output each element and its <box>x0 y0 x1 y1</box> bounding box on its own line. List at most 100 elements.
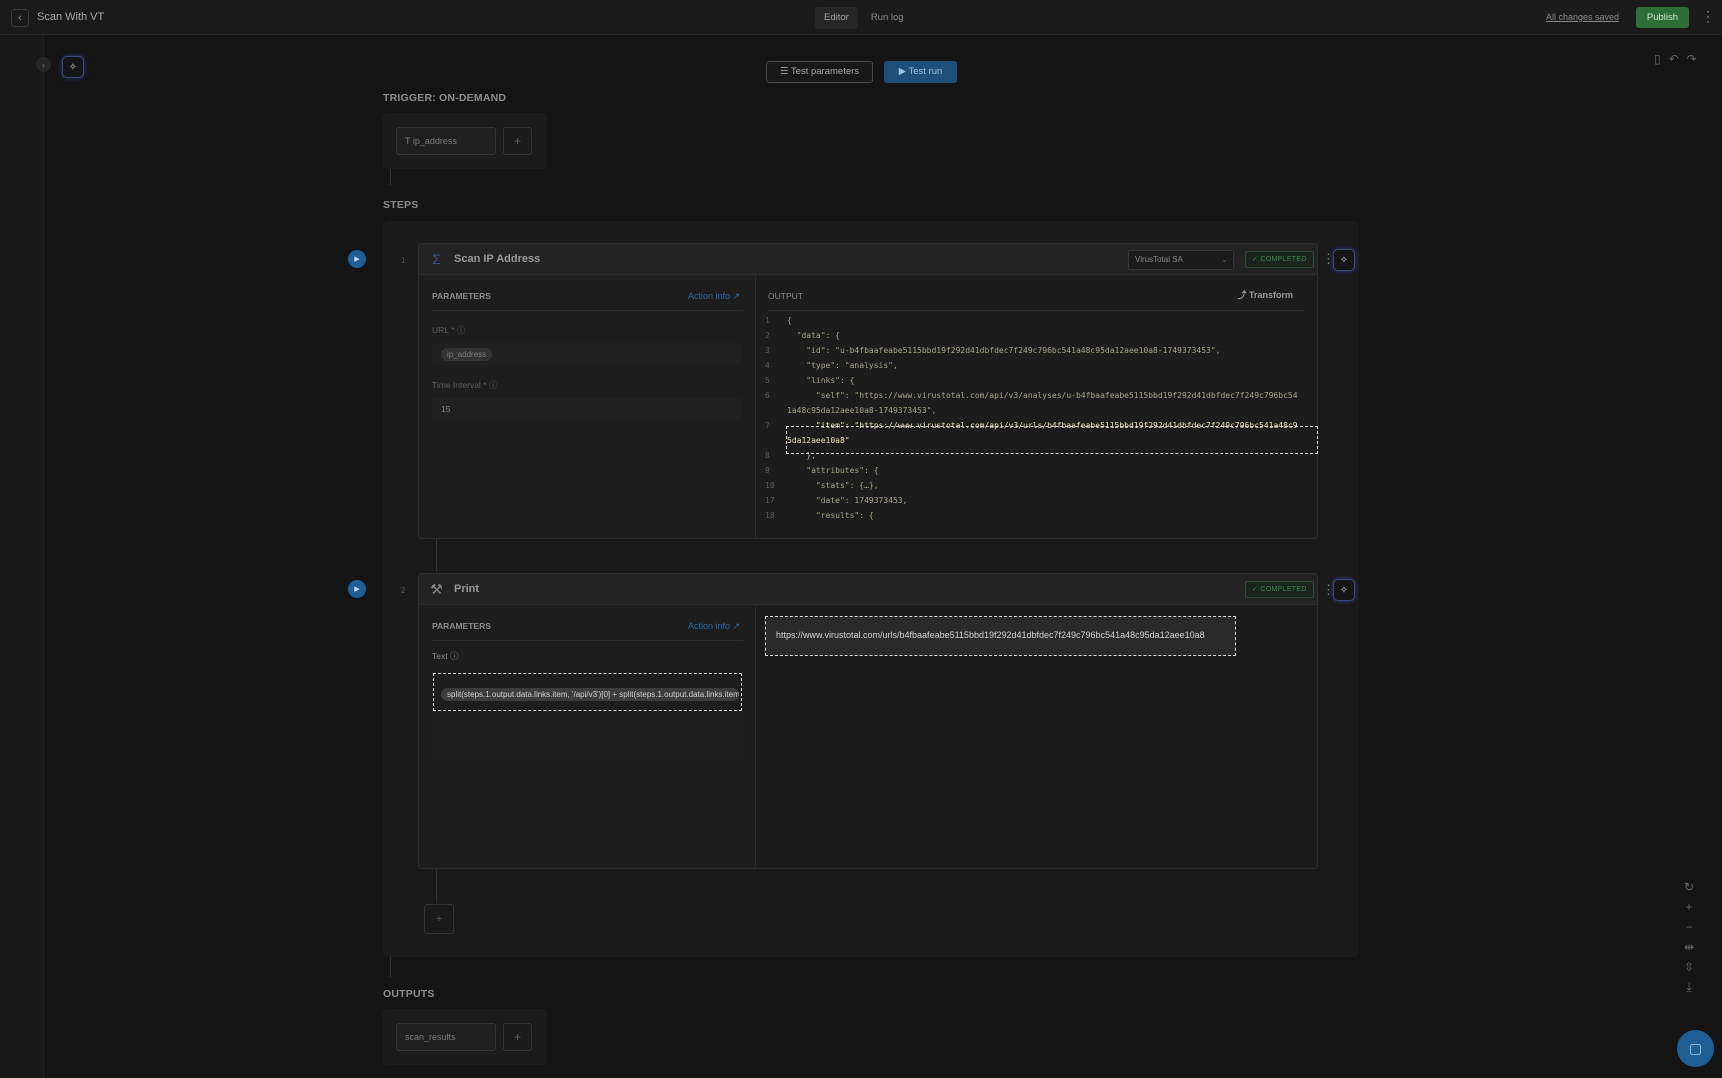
collapse-icon[interactable]: ⤓ <box>1686 980 1691 995</box>
run-step-1-button[interactable]: ▶ <box>348 250 366 268</box>
parameters-heading: PARAMETERS <box>432 291 491 301</box>
ai-assist-icon[interactable]: ✧ <box>1333 579 1355 601</box>
document-icon[interactable]: ▯ <box>1654 52 1661 66</box>
trigger-panel: T ip_address + <box>383 113 547 169</box>
text-label: Text ⓘ <box>432 651 459 661</box>
parameters-heading: PARAMETERS <box>432 621 491 631</box>
left-rail <box>0 35 44 1078</box>
fit-horizontal-icon[interactable]: ⇹ <box>1684 940 1694 954</box>
history-tools: ▯ ↶ ↷ <box>1654 52 1697 66</box>
test-run-button[interactable]: ▶ Test run <box>884 61 957 83</box>
connector-line <box>390 957 391 977</box>
time-interval-input[interactable]: 15 <box>432 398 741 420</box>
expand-sidebar-icon[interactable]: › <box>36 57 51 72</box>
code-line: 6 "self": "https://www.virustotal.com/ap… <box>765 388 1298 403</box>
text-type-icon: T <box>405 136 413 146</box>
outputs-panel: scan_results + <box>383 1009 547 1065</box>
line-number: 7 <box>765 421 770 430</box>
text-expression-input[interactable]: split(steps.1.output.data.links.item, '/… <box>433 673 742 711</box>
step-header[interactable]: Σ Scan IP Address VirusTotal SA ⌄ ✓ COMPL… <box>419 244 1317 275</box>
parameters-panel: PARAMETERS Action info ↗ URL * ⓘ ip_addr… <box>419 275 756 538</box>
reset-view-icon[interactable]: ↻ <box>1684 880 1694 894</box>
add-step-button[interactable]: + <box>424 904 454 934</box>
top-bar: ‹ Scan With VT Editor Run log All change… <box>0 0 1722 35</box>
divider <box>431 640 743 641</box>
trigger-heading: TRIGGER: ON-DEMAND <box>383 92 507 104</box>
trigger-field-ip-address[interactable]: T ip_address <box>396 127 496 155</box>
code-text: "self": "https://www.virustotal.com/api/… <box>787 391 1298 400</box>
step-header[interactable]: ⚒ Print ✓ COMPLETED <box>419 574 1317 605</box>
line-number: 18 <box>765 511 775 520</box>
redo-icon[interactable]: ↷ <box>1687 52 1697 66</box>
action-info-link[interactable]: Action info ↗ <box>688 291 740 302</box>
code-line: 1{ <box>765 313 1298 328</box>
divider <box>431 310 743 311</box>
code-line: 5 "links": { <box>765 373 1298 388</box>
code-text: "type": "analysis", <box>787 361 898 370</box>
workflow-title[interactable]: Scan With VT <box>37 11 104 23</box>
undo-icon[interactable]: ↶ <box>1669 52 1679 66</box>
chevron-down-icon: ⌄ <box>1221 255 1228 264</box>
line-number: 2 <box>765 331 770 340</box>
external-link-icon: ↗ <box>732 291 741 301</box>
info-icon: ⓘ <box>449 651 459 661</box>
code-line: 3 "id": "u-b4fbaafeabe5115bbd19f292d41db… <box>765 343 1298 358</box>
ai-assist-icon[interactable]: ✧ <box>1333 249 1355 271</box>
connector-line <box>390 169 391 185</box>
code-line: 1a48c95da12aee10a8-1749373453", <box>765 403 1298 418</box>
variable-pill: ip_address <box>441 348 493 361</box>
time-interval-label: Time Interval * ⓘ <box>432 380 498 390</box>
add-trigger-field-button[interactable]: + <box>503 127 532 155</box>
wrench-icon: ⚒ <box>430 581 443 597</box>
url-input[interactable]: ip_address <box>432 343 741 365</box>
fit-vertical-icon[interactable]: ⇳ <box>1684 960 1694 974</box>
output-panel: OUTPUT ⤴ Transform 1{2 "data": {3 "id": … <box>756 275 1317 538</box>
zoom-in-icon[interactable]: + <box>1686 900 1693 914</box>
zoom-out-icon[interactable]: − <box>1686 920 1693 934</box>
virustotal-icon: Σ <box>432 251 441 267</box>
transform-icon: ⤴ <box>1237 290 1249 300</box>
text-area-body[interactable] <box>433 711 742 762</box>
output-heading: OUTPUT <box>768 291 803 301</box>
transform-button[interactable]: ⤴ Transform <box>1237 288 1293 301</box>
line-number: 17 <box>765 496 775 505</box>
highlight-item-link <box>786 426 1318 454</box>
publish-button[interactable]: Publish <box>1636 7 1689 28</box>
line-number: 8 <box>765 451 770 460</box>
status-badge: ✓ COMPLETED <box>1245 581 1314 598</box>
connector-line <box>436 539 437 572</box>
back-arrow-icon[interactable]: ‹ <box>11 9 29 27</box>
more-menu-icon[interactable]: ⋮ <box>1701 9 1715 23</box>
list-icon: ☰ <box>779 66 791 77</box>
step-card-scan-ip: Σ Scan IP Address VirusTotal SA ⌄ ✓ COMPL… <box>418 243 1318 539</box>
test-parameters-button[interactable]: ☰ Test parameters <box>766 61 873 83</box>
connection-select[interactable]: VirusTotal SA ⌄ <box>1128 250 1234 270</box>
save-status[interactable]: All changes saved <box>1546 12 1619 22</box>
code-text: { <box>787 316 792 325</box>
print-output-value[interactable]: https://www.virustotal.com/urls/b4fbaafe… <box>765 616 1236 656</box>
divider <box>768 310 1305 311</box>
status-badge: ✓ COMPLETED <box>1245 251 1314 268</box>
run-step-2-button[interactable]: ▶ <box>348 580 366 598</box>
line-number: 5 <box>765 376 770 385</box>
line-number: 4 <box>765 361 770 370</box>
tab-editor[interactable]: Editor <box>815 7 858 29</box>
code-text: "stats": {…}, <box>787 481 879 490</box>
step-number: 2 <box>401 586 406 595</box>
json-output[interactable]: 1{2 "data": {3 "id": "u-b4fbaafeabe5115b… <box>765 313 1298 523</box>
add-output-button[interactable]: + <box>503 1023 532 1051</box>
code-text: "links": { <box>787 376 855 385</box>
code-line: 9 "attributes": { <box>765 463 1298 478</box>
expression-pill[interactable]: split(steps.1.output.data.links.item, '/… <box>441 688 739 701</box>
code-text: "attributes": { <box>787 466 879 475</box>
code-line: 18 "results": { <box>765 508 1298 523</box>
line-number: 9 <box>765 466 770 475</box>
ai-assist-icon[interactable]: ✧ <box>62 56 84 78</box>
tab-run-log[interactable]: Run log <box>862 7 913 29</box>
code-line: 4 "type": "analysis", <box>765 358 1298 373</box>
canvas-controls: ↻ + − ⇹ ⇳ ⤓ <box>1684 880 1694 995</box>
output-field-scan-results[interactable]: scan_results <box>396 1023 496 1051</box>
action-info-link[interactable]: Action info ↗ <box>688 621 740 632</box>
info-icon: ⓘ <box>456 325 466 335</box>
chat-support-icon[interactable]: ▢ <box>1677 1030 1714 1067</box>
